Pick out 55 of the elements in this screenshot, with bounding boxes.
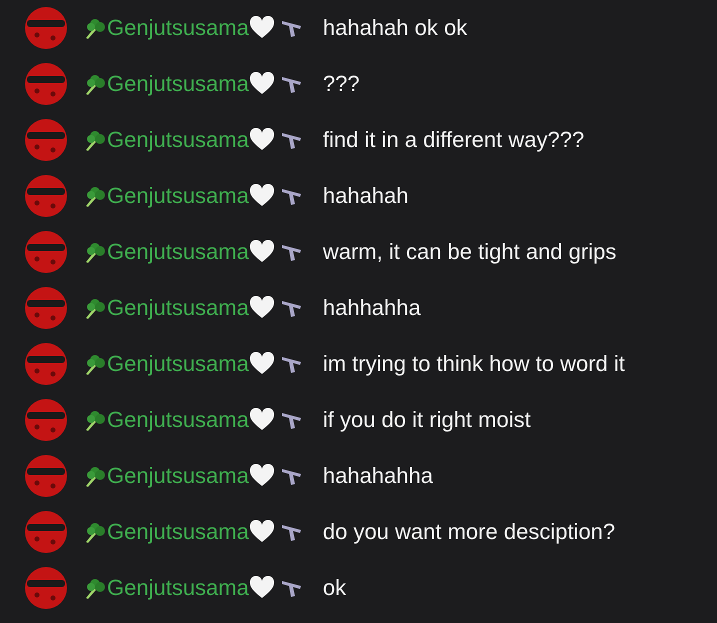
avatar[interactable] [25, 567, 67, 609]
avatar[interactable] [25, 63, 67, 105]
heart-icon [248, 296, 275, 320]
heart-icon [248, 352, 275, 376]
username[interactable]: Genjutsusama [107, 295, 249, 321]
avatar[interactable] [25, 399, 67, 441]
avatar[interactable] [25, 119, 67, 161]
heart-icon [248, 72, 275, 96]
heart-icon [248, 408, 275, 432]
username[interactable]: Genjutsusama [107, 519, 249, 545]
pistol-icon [280, 130, 303, 150]
pistol-icon [280, 466, 303, 486]
pistol-icon [280, 186, 303, 206]
username[interactable]: Genjutsusama [107, 71, 249, 97]
message-text: find it in a different way??? [322, 127, 584, 153]
heart-icon [248, 240, 275, 264]
username[interactable]: Genjutsusama [107, 239, 249, 265]
heart-icon [248, 464, 275, 488]
avatar[interactable] [25, 175, 67, 217]
message-text: ok [322, 575, 346, 601]
username[interactable]: Genjutsusama [107, 351, 249, 377]
username[interactable]: Genjutsusama [107, 575, 249, 601]
message-text: hahahah [322, 183, 409, 209]
message-text: hahahah ok ok [322, 15, 468, 41]
avatar[interactable] [25, 511, 67, 553]
heart-icon [248, 576, 275, 600]
heart-icon [248, 128, 275, 152]
pistol-icon [280, 74, 303, 94]
username[interactable]: Genjutsusama [107, 15, 249, 41]
heart-icon [248, 16, 275, 40]
pistol-icon [280, 242, 303, 262]
pistol-icon [280, 410, 303, 430]
avatar[interactable] [25, 287, 67, 329]
avatar[interactable] [25, 343, 67, 385]
avatar[interactable] [25, 7, 67, 49]
pistol-icon [280, 354, 303, 374]
message-text: if you do it right moist [322, 407, 531, 433]
pistol-icon [280, 578, 303, 598]
message-text: do you want more desciption? [322, 519, 616, 545]
heart-icon [248, 520, 275, 544]
message-text: warm, it can be tight and grips [322, 239, 616, 265]
message-text: im trying to think how to word it [322, 351, 625, 377]
pistol-icon [280, 522, 303, 542]
heart-icon [248, 184, 275, 208]
avatar[interactable] [25, 455, 67, 497]
message-text: hahhahha [322, 295, 421, 321]
avatar[interactable] [25, 231, 67, 273]
username[interactable]: Genjutsusama [107, 127, 249, 153]
username[interactable]: Genjutsusama [107, 463, 249, 489]
message-text: ??? [322, 71, 360, 97]
username[interactable]: Genjutsusama [107, 407, 249, 433]
pistol-icon [280, 18, 303, 38]
username[interactable]: Genjutsusama [107, 183, 249, 209]
message-text: hahahahha [322, 463, 433, 489]
pistol-icon [280, 298, 303, 318]
